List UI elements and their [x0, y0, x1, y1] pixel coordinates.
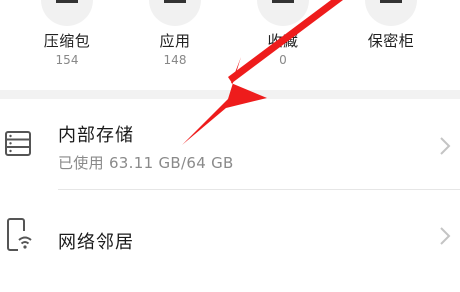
archive-icon: [41, 0, 93, 26]
category-safe[interactable]: 保密柜: [336, 0, 446, 90]
network-title: 网络邻居: [58, 232, 134, 253]
category-favorites[interactable]: 收藏 0: [228, 0, 338, 90]
chevron-right-icon: [438, 135, 452, 161]
internal-storage-row[interactable]: 内部存储 已使用 63.11 GB/64 GB: [0, 99, 460, 189]
storage-icon: [4, 130, 34, 162]
category-apps[interactable]: 应用 148: [120, 0, 230, 90]
section-divider: [0, 90, 460, 99]
storage-title: 内部存储: [58, 125, 134, 146]
favorites-icon: [257, 0, 309, 26]
category-count: 154: [55, 53, 79, 67]
chevron-right-icon: [438, 225, 452, 251]
file-manager-screen: 压缩包 154 应用 148 收藏 0 保密柜 内部存储 已使用 63.11 G…: [0, 0, 460, 292]
category-archive[interactable]: 压缩包 154: [12, 0, 122, 90]
category-count: 148: [163, 53, 187, 67]
category-label: 压缩包: [43, 32, 91, 50]
category-row: 压缩包 154 应用 148 收藏 0 保密柜: [0, 0, 460, 90]
safe-icon: [365, 0, 417, 26]
apps-icon: [149, 0, 201, 26]
network-neighbors-row[interactable]: 网络邻居: [0, 190, 460, 290]
network-device-icon: [6, 217, 34, 257]
category-label: 收藏: [267, 32, 299, 50]
category-label: 保密柜: [367, 32, 415, 50]
category-label: 应用: [159, 32, 191, 50]
storage-usage: 已使用 63.11 GB/64 GB: [58, 154, 234, 172]
category-count: 0: [279, 53, 287, 67]
